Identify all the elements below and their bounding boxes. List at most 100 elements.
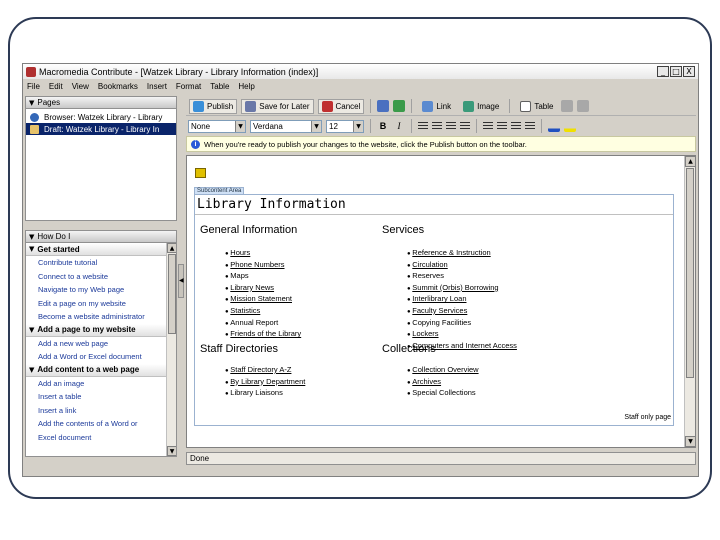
howdoi-link[interactable]: Navigate to my Web page	[26, 283, 176, 297]
doc-link[interactable]: By Library Department	[230, 377, 305, 386]
editor-area: Publish Save for Later Cancel Link Image	[186, 97, 696, 475]
format-toolbar: None ▼ Verdana ▼ 12 ▼ B I	[186, 116, 696, 136]
howdoi-panel-header[interactable]: ▼ How Do I	[25, 230, 177, 243]
menu-view[interactable]: View	[72, 82, 89, 91]
scroll-down-arrow-icon[interactable]: ▼	[685, 436, 695, 447]
cancel-button[interactable]: Cancel	[317, 98, 365, 114]
section-header[interactable]: ▼ Get started	[26, 243, 176, 256]
scroll-thumb[interactable]	[168, 254, 176, 334]
howdoi-link[interactable]: Contribute tutorial	[26, 256, 176, 270]
doc-link[interactable]: Reference & Instruction	[412, 248, 490, 257]
howdoi-panel-title: How Do I	[37, 232, 71, 241]
italic-button[interactable]: I	[393, 121, 405, 131]
doc-link[interactable]: Archives	[412, 377, 441, 386]
howdoi-link[interactable]: Become a website administrator	[26, 310, 176, 324]
howdoi-link[interactable]: Add a Word or Excel document	[26, 350, 176, 364]
text-color-icon[interactable]	[548, 120, 560, 132]
heading-services: Services	[382, 224, 425, 236]
panel-splitter[interactable]: ◀	[178, 264, 184, 298]
doc-link[interactable]: Interlibrary Loan	[412, 294, 466, 303]
heading-general-information: General Information	[200, 224, 298, 236]
section-header[interactable]: ▼ Add a page to my website	[26, 323, 176, 337]
doc-link[interactable]: Statistics	[230, 306, 260, 315]
howdoi-link[interactable]: Edit a page on my website	[26, 297, 176, 311]
info-icon: i	[191, 139, 200, 149]
align-center-icon[interactable]	[432, 121, 442, 131]
outdent-icon[interactable]	[511, 121, 521, 131]
size-select[interactable]: 12 ▼	[326, 119, 364, 133]
document-canvas[interactable]: Subcontent Area Library Information Gene…	[186, 155, 696, 448]
minimize-button[interactable]: _	[657, 66, 669, 77]
menu-insert[interactable]: Insert	[147, 82, 167, 91]
howdoi-link[interactable]: Add a new web page	[26, 337, 176, 351]
align-left-icon[interactable]	[418, 121, 428, 131]
contribute-app-icon	[26, 66, 36, 77]
undo-icon[interactable]	[377, 100, 390, 112]
doc-link[interactable]: Hours	[230, 248, 250, 257]
doc-link[interactable]: Summit (Orbis) Borrowing	[412, 283, 498, 292]
pages-panel-header[interactable]: ▼ Pages	[25, 96, 177, 109]
align-justify-icon[interactable]	[460, 121, 470, 131]
menu-file[interactable]: File	[27, 82, 40, 91]
close-button[interactable]: X	[683, 66, 695, 77]
howdoi-scrollbar[interactable]: ▲ ▼	[166, 243, 176, 456]
howdoi-link[interactable]: Excel document	[26, 431, 176, 445]
document-scrollbar[interactable]: ▲ ▼	[684, 156, 695, 447]
howdoi-link[interactable]: Insert a table	[26, 390, 176, 404]
image-icon	[463, 100, 475, 112]
scroll-down-arrow-icon[interactable]: ▼	[167, 446, 176, 456]
font-select[interactable]: Verdana ▼	[250, 119, 322, 133]
editable-region[interactable]: Subcontent Area Library Information Gene…	[194, 187, 674, 426]
howdoi-link[interactable]: Insert a link	[26, 404, 176, 418]
doc-link[interactable]: Library News	[230, 283, 274, 292]
indent-icon[interactable]	[525, 121, 535, 131]
highlight-icon[interactable]	[564, 120, 576, 132]
section-title: Add a page to my website	[37, 325, 136, 334]
scroll-up-arrow-icon[interactable]: ▲	[167, 243, 176, 253]
scroll-up-arrow-icon[interactable]: ▲	[685, 156, 695, 167]
numbered-list-icon[interactable]	[483, 121, 493, 131]
page-item-browser[interactable]: Browser: Watzek Library - Library	[26, 111, 176, 123]
link-label: Link	[436, 101, 452, 111]
menu-table[interactable]: Table	[210, 82, 229, 91]
style-select[interactable]: None ▼	[188, 119, 246, 133]
howdoi-link[interactable]: Connect to a website	[26, 270, 176, 284]
table-insert-row-icon[interactable]	[561, 100, 574, 112]
bulleted-list-icon[interactable]	[497, 121, 507, 131]
toolbar-separator	[411, 99, 413, 113]
scroll-thumb[interactable]	[686, 168, 694, 378]
menu-format[interactable]: Format	[176, 82, 201, 91]
menu-help[interactable]: Help	[238, 82, 254, 91]
menu-edit[interactable]: Edit	[49, 82, 63, 91]
list-item: ● Collection Overview	[407, 365, 479, 377]
section-header[interactable]: ▼ Add content to a web page	[26, 363, 176, 377]
image-button[interactable]: Image	[459, 99, 503, 114]
align-right-icon[interactable]	[446, 121, 456, 131]
table-properties-icon[interactable]	[577, 100, 590, 112]
window-title: Macromedia Contribute - [Watzek Library …	[39, 66, 319, 77]
link-button[interactable]: Link	[418, 99, 455, 114]
howdoi-link[interactable]: Add an image	[26, 377, 176, 391]
doc-link[interactable]: Lockers	[412, 329, 438, 338]
howdoi-link[interactable]: Add the contents of a Word or	[26, 417, 176, 431]
menu-bookmarks[interactable]: Bookmarks	[98, 82, 138, 91]
restore-button[interactable]: □	[670, 66, 682, 77]
toolbar-separator	[476, 119, 477, 133]
doc-link[interactable]: Mission Statement	[230, 294, 292, 303]
bold-button[interactable]: B	[377, 121, 389, 131]
collapse-triangle-icon: ▼	[29, 325, 35, 334]
howdoi-section-add-content: ▼ Add content to a web page Add an image …	[26, 363, 176, 445]
doc-link[interactable]: Friends of the Library	[230, 329, 301, 338]
doc-link[interactable]: Circulation	[412, 260, 447, 269]
doc-link[interactable]: Collection Overview	[412, 365, 478, 374]
spellcheck-icon[interactable]	[393, 100, 406, 112]
list-item: ● Faculty Services	[407, 306, 517, 318]
table-button[interactable]: Table	[516, 99, 557, 114]
publish-button[interactable]: Publish	[189, 98, 238, 114]
doc-link[interactable]: Staff Directory A-Z	[230, 365, 291, 374]
doc-link[interactable]: Phone Numbers	[230, 260, 284, 269]
page-item-draft[interactable]: Draft: Watzek Library - Library In	[26, 123, 176, 135]
list-item: ● Mission Statement	[225, 294, 301, 306]
save-for-later-button[interactable]: Save for Later	[241, 98, 314, 114]
doc-link[interactable]: Faculty Services	[412, 306, 467, 315]
